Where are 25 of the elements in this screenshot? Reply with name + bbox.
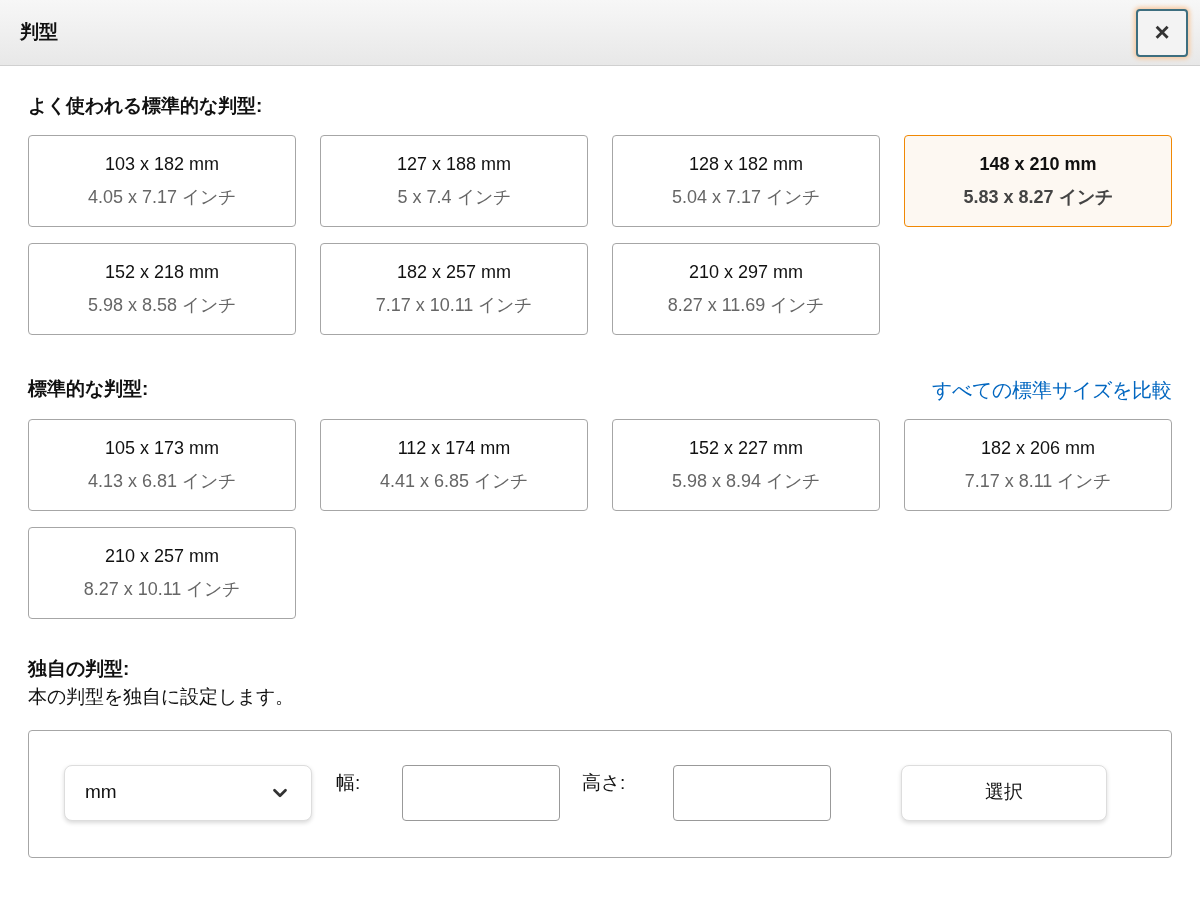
size-option[interactable]: 210 x 257 mm 8.27 x 10.11 インチ: [28, 526, 296, 619]
close-button[interactable]: ×: [1136, 8, 1188, 57]
width-label: 幅:: [336, 770, 362, 795]
section-heading: 標準的な判型:: [28, 377, 149, 402]
height-label: 高さ:: [582, 770, 627, 795]
select-button[interactable]: 選択: [901, 764, 1107, 821]
unit-select[interactable]: mm: [64, 764, 312, 821]
size-option[interactable]: 128 x 182 mm 5.04 x 7.17 インチ: [612, 134, 880, 227]
size-option[interactable]: 182 x 206 mm 7.17 x 8.11 インチ: [904, 418, 1172, 511]
section-heading: よく使われる標準的な判型:: [28, 94, 264, 118]
custom-description: 本の判型を独自に設定します。: [28, 685, 295, 709]
section-heading: 独自の判型:: [28, 656, 131, 681]
size-option[interactable]: 210 x 297 mm 8.27 x 11.69 インチ: [612, 242, 880, 335]
size-option[interactable]: 103 x 182 mm 4.05 x 7.17 インチ: [28, 134, 296, 227]
size-option[interactable]: 127 x 188 mm 5 x 7.4 インチ: [320, 134, 588, 227]
size-option[interactable]: 105 x 173 mm 4.13 x 6.81 インチ: [28, 418, 296, 511]
width-input[interactable]: [402, 764, 560, 821]
size-option[interactable]: 148 x 210 mm 5.83 x 8.27 インチ: [904, 134, 1172, 227]
dialog-title: 判型: [20, 20, 58, 45]
size-option[interactable]: 152 x 227 mm 5.98 x 8.94 インチ: [612, 418, 880, 511]
compare-link[interactable]: すべての標準サイズを比較: [932, 374, 1172, 405]
size-option[interactable]: 182 x 257 mm 7.17 x 10.11 インチ: [320, 242, 588, 335]
size-option[interactable]: 112 x 174 mm 4.41 x 6.85 インチ: [320, 418, 588, 511]
size-option[interactable]: 152 x 218 mm 5.98 x 8.58 インチ: [28, 242, 296, 335]
height-input[interactable]: [673, 764, 831, 821]
